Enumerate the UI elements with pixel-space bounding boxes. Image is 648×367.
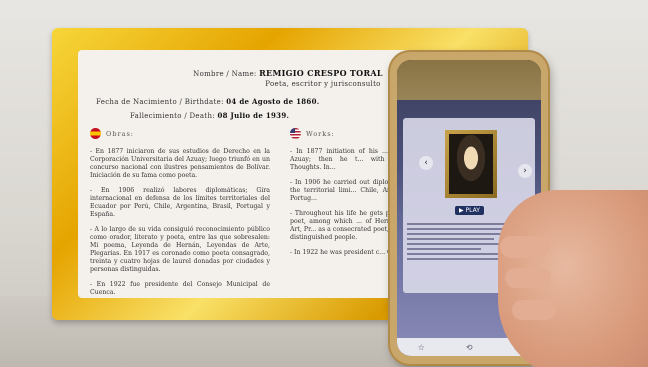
share-icon[interactable]: ⟲ <box>466 343 473 352</box>
es-paragraph: - En 1906 realizó labores diplomáticas; … <box>90 187 270 218</box>
name-label: Nombre / Name: <box>193 70 257 78</box>
english-heading-text: Works: <box>306 129 335 138</box>
ar-portrait-image[interactable] <box>445 130 497 198</box>
birth-value: 04 de Agosto de 1860. <box>226 97 320 106</box>
play-button[interactable]: ▶ PLAY <box>455 206 484 215</box>
spanish-column: Obras: - En 1877 iniciaron de sus estudi… <box>90 128 270 304</box>
portrait-photo <box>449 134 493 194</box>
role-text: Poeta, escritor y jurisconsulto <box>265 80 381 88</box>
es-paragraph: - A lo largo de su vida consiguió recono… <box>90 226 270 273</box>
finger <box>512 300 556 320</box>
birth-label: Fecha de Nacimiento / Birthdate: <box>96 98 224 106</box>
death-label: Fallecimiento / Death: <box>130 112 215 120</box>
previous-arrow-icon[interactable]: ‹ <box>419 156 433 170</box>
finger <box>500 236 550 258</box>
es-paragraph: - En 1877 iniciaron de sus estudios de D… <box>90 148 270 179</box>
name-value: REMIGIO CRESPO TORAL <box>259 68 383 78</box>
spanish-heading: Obras: <box>90 128 270 139</box>
spain-flag-icon <box>90 128 101 139</box>
photo-scene: Nombre / Name: REMIGIO CRESPO TORAL Poet… <box>0 0 648 367</box>
spanish-heading-text: Obras: <box>106 129 134 138</box>
us-flag-icon <box>290 128 301 139</box>
finger <box>505 268 551 288</box>
camera-gold-frame <box>397 60 541 100</box>
next-arrow-icon[interactable]: › <box>518 164 532 178</box>
star-icon[interactable]: ☆ <box>418 343 425 352</box>
death-value: 08 Julio de 1939. <box>217 111 290 120</box>
es-paragraph: - En 1922 fue presidente del Consejo Mun… <box>90 281 270 296</box>
